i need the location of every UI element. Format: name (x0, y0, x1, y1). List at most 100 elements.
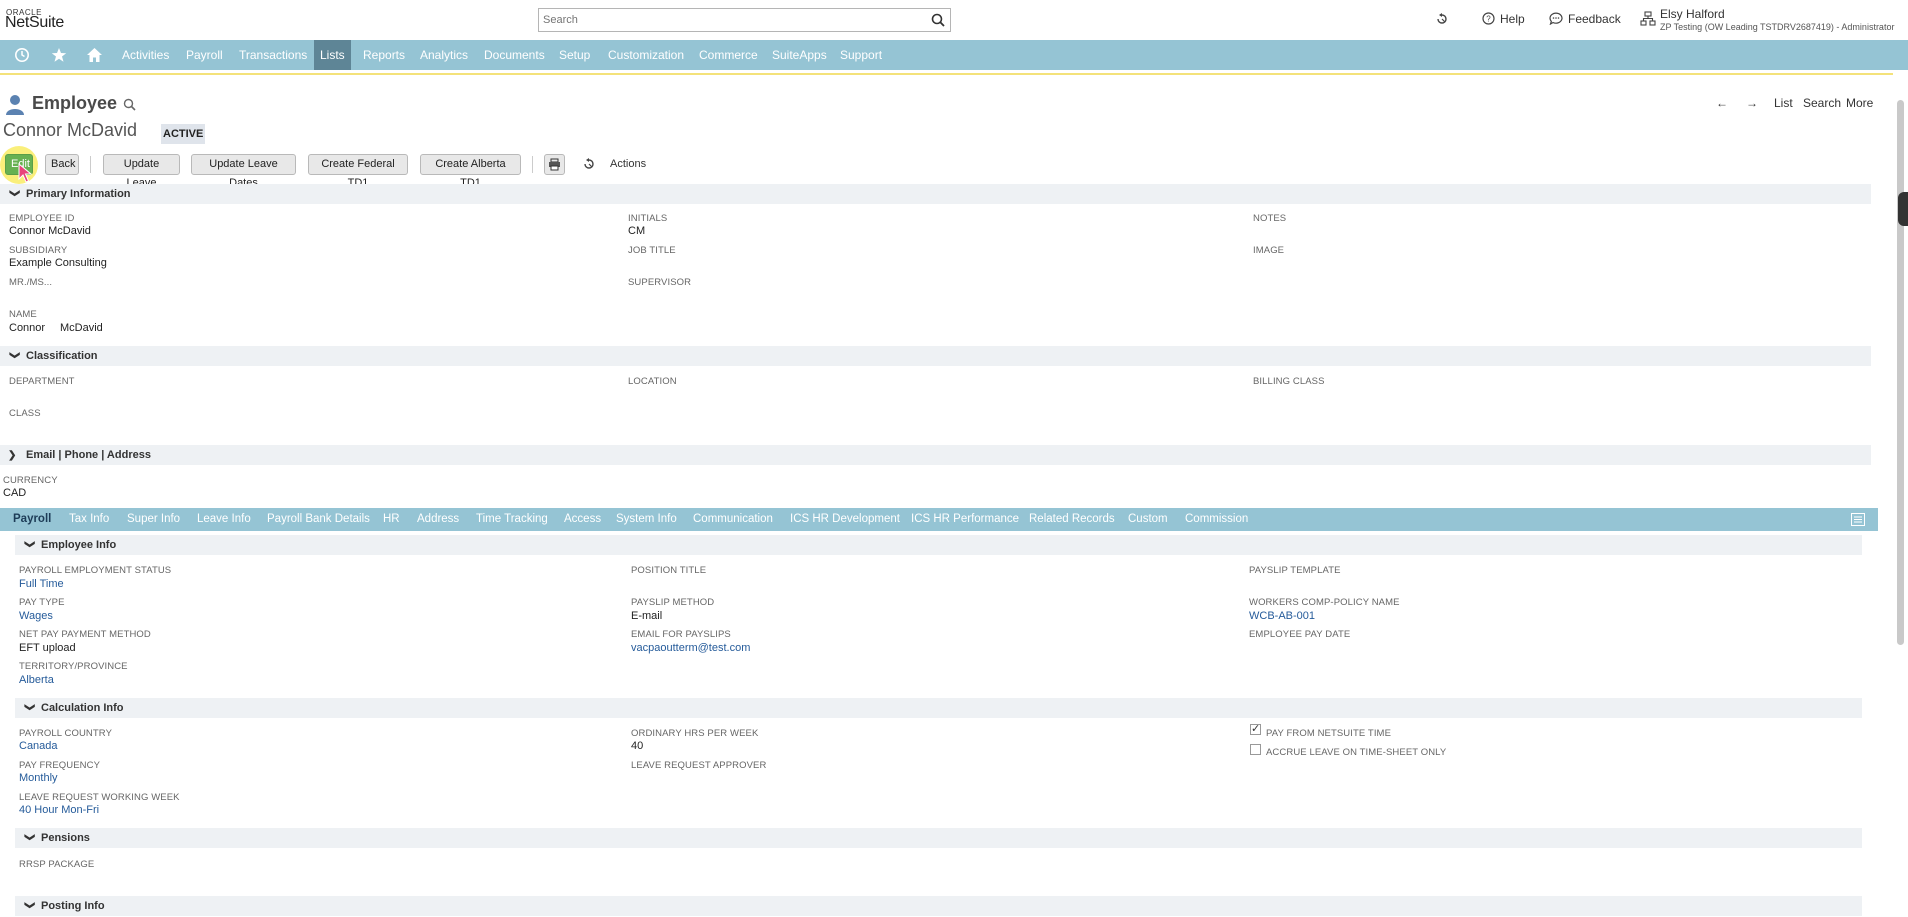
field-value-net-pay-method: EFT upload (19, 642, 76, 654)
nav-reports[interactable]: Reports (357, 40, 411, 70)
field-value-payslip-method: E-mail (631, 610, 663, 622)
help-link[interactable]: Help (1500, 12, 1525, 26)
global-search-input[interactable] (539, 9, 919, 31)
more-link[interactable]: More (1846, 96, 1873, 110)
next-record-arrow[interactable]: → (1746, 96, 1758, 110)
pay-from-netsuite-time-checkbox[interactable] (1250, 722, 1261, 735)
field-value-payroll-country[interactable]: Canada (19, 740, 58, 752)
back-button[interactable]: Back (45, 154, 79, 175)
subtab-menu-icon[interactable] (1851, 513, 1865, 526)
subtab-communication[interactable]: Communication (693, 508, 773, 531)
create-alberta-td1-button[interactable]: Create Alberta TD1 (420, 154, 521, 189)
field-label-rrsp-package: RRSP PACKAGE (19, 859, 95, 870)
section-primary-information[interactable]: ❯ Primary Information (0, 184, 1871, 204)
nav-support[interactable]: Support (834, 40, 888, 70)
field-value-email-payslips[interactable]: vacpaoutterm@test.com (631, 642, 750, 654)
field-value-pay-frequency[interactable]: Monthly (19, 772, 58, 784)
previous-record-arrow[interactable]: ← (1716, 96, 1728, 110)
subtab-super-info[interactable]: Super Info (127, 508, 180, 531)
nav-analytics[interactable]: Analytics (414, 40, 474, 70)
field-value-working-week[interactable]: 40 Hour Mon-Fri (19, 804, 99, 816)
nav-payroll[interactable]: Payroll (180, 40, 229, 70)
nav-customization[interactable]: Customization (602, 40, 690, 70)
section-title: Employee Info (41, 539, 117, 551)
subtab-system-info[interactable]: System Info (616, 508, 677, 531)
subtab-ics-hr-development[interactable]: ICS HR Development (790, 508, 900, 531)
subtab-commission[interactable]: Commission (1185, 508, 1248, 531)
role-switch-icon[interactable] (1640, 11, 1656, 27)
feedback-link[interactable]: Feedback (1568, 12, 1621, 26)
field-label-mr-ms: MR./MS... (9, 277, 53, 288)
field-label-notes: NOTES (1253, 213, 1287, 224)
field-label-payslip-template: PAYSLIP TEMPLATE (1249, 565, 1341, 576)
search-icon[interactable] (931, 13, 945, 27)
subtab-hr[interactable]: HR (383, 508, 400, 531)
page-scrollbar[interactable] (1897, 100, 1904, 645)
actions-menu[interactable]: Actions (610, 158, 646, 170)
chevron-down-icon: ❯ (24, 901, 35, 910)
section-pensions[interactable]: ❯ Pensions (15, 828, 1862, 848)
search-link[interactable]: Search (1803, 96, 1841, 110)
help-icon[interactable]: ? (1482, 12, 1495, 25)
netsuite-logo[interactable]: NetSuite (5, 14, 64, 32)
subtab-related-records[interactable]: Related Records (1029, 508, 1115, 531)
subtab-leave-info[interactable]: Leave Info (197, 508, 251, 531)
field-value-employment-status[interactable]: Full Time (19, 578, 64, 590)
favorites-star-icon[interactable] (51, 47, 67, 63)
subtab-access[interactable]: Access (564, 508, 601, 531)
field-value-subsidiary: Example Consulting (9, 257, 107, 269)
field-label-currency: CURRENCY (3, 475, 58, 486)
nav-setup[interactable]: Setup (553, 40, 596, 70)
field-label-employee-id: EMPLOYEE ID (9, 213, 75, 224)
user-name[interactable]: Elsy Halford (1660, 7, 1725, 21)
recent-history-icon[interactable] (14, 47, 30, 63)
nav-transactions[interactable]: Transactions (233, 40, 313, 70)
recent-records-icon[interactable] (1435, 12, 1449, 26)
print-button[interactable] (544, 154, 565, 175)
field-label-workers-comp: WORKERS COMP-POLICY NAME (1249, 597, 1400, 608)
section-classification[interactable]: ❯ Classification (0, 346, 1871, 366)
update-leave-button[interactable]: Update Leave (103, 154, 180, 189)
subtab-custom[interactable]: Custom (1128, 508, 1168, 531)
section-title: Primary Information (26, 188, 131, 200)
nav-activities[interactable]: Activities (116, 40, 175, 70)
update-leave-dates-button[interactable]: Update Leave Dates (191, 154, 296, 189)
home-icon[interactable] (86, 47, 103, 63)
field-label-initials: INITIALS (628, 213, 668, 224)
feedback-icon[interactable] (1549, 12, 1563, 25)
field-label-pay-frequency: PAY FREQUENCY (19, 760, 101, 771)
chevron-down-icon: ❯ (24, 540, 35, 549)
field-value-pay-type[interactable]: Wages (19, 610, 53, 622)
nav-lists[interactable]: Lists (314, 40, 351, 70)
field-label-email-payslips: EMAIL FOR PAYSLIPS (631, 629, 731, 640)
user-role[interactable]: ZP Testing (OW Leading TSTDRV2687419) - … (1660, 22, 1894, 32)
accrue-leave-checkbox[interactable] (1250, 744, 1261, 755)
nav-suiteapps[interactable]: SuiteApps (766, 40, 833, 70)
subtab-ics-hr-performance[interactable]: ICS HR Performance (911, 508, 1019, 531)
record-search-icon[interactable] (123, 98, 136, 111)
employee-record-icon (6, 95, 24, 115)
nav-commerce[interactable]: Commerce (693, 40, 764, 70)
nav-documents[interactable]: Documents (478, 40, 551, 70)
section-employee-info[interactable]: ❯ Employee Info (15, 535, 1862, 555)
section-posting-info[interactable]: ❯ Posting Info (15, 896, 1862, 916)
accrue-leave-label: ACCRUE LEAVE ON TIME-SHEET ONLY (1266, 747, 1447, 758)
recent-records-icon[interactable] (582, 157, 596, 171)
subtab-payroll[interactable]: Payroll (13, 508, 51, 531)
subtab-payroll-bank-details[interactable]: Payroll Bank Details (267, 508, 370, 531)
field-value-employee-id: Connor McDavid (9, 225, 91, 237)
section-email-phone-address[interactable]: ❯ Email | Phone | Address (0, 445, 1871, 465)
chevron-down-icon: ❯ (24, 833, 35, 842)
subtab-address[interactable]: Address (417, 508, 459, 531)
create-federal-td1-button[interactable]: Create Federal TD1 (308, 154, 408, 189)
list-link[interactable]: List (1774, 96, 1793, 110)
side-panel-tab[interactable] (1898, 192, 1908, 226)
field-label-subsidiary: SUBSIDIARY (9, 245, 68, 256)
field-value-workers-comp[interactable]: WCB-AB-001 (1249, 610, 1315, 622)
section-calculation-info[interactable]: ❯ Calculation Info (15, 698, 1862, 718)
section-title: Calculation Info (41, 702, 124, 714)
field-label-billing-class: BILLING CLASS (1253, 376, 1325, 387)
subtab-time-tracking[interactable]: Time Tracking (476, 508, 548, 531)
subtab-tax-info[interactable]: Tax Info (69, 508, 109, 531)
field-value-territory[interactable]: Alberta (19, 674, 54, 686)
